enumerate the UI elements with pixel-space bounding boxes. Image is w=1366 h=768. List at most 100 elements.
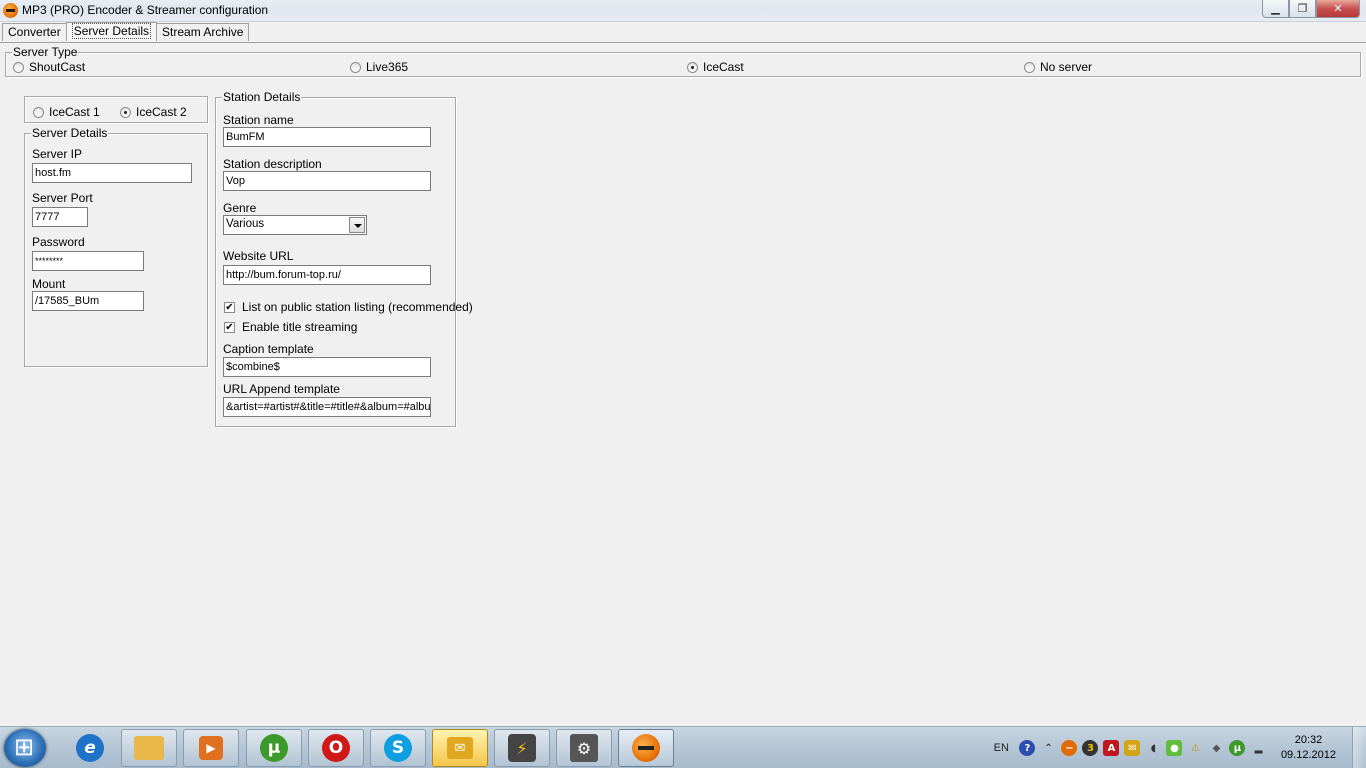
radio-icecast-1[interactable]: IceCast 1 <box>33 105 100 119</box>
mail-icon[interactable]: ✉ <box>1124 740 1141 756</box>
skype-icon: S <box>384 734 412 762</box>
taskbar: e ▶ µ O S ✉ ⚡ ⚙ EN ? ⌃ − 3 A ✉ ◖ ● ⚠ ◆ µ… <box>0 726 1366 768</box>
radio-icecast[interactable]: IceCast <box>687 60 744 74</box>
server-type-group: Server Type <box>5 45 1361 77</box>
folder-icon <box>134 736 164 760</box>
mail-agent-icon: ✉ <box>447 737 473 759</box>
radio-label: IceCast 1 <box>49 105 100 119</box>
title-bar: MP3 (PRO) Encoder & Streamer configurati… <box>0 0 1366 22</box>
station-details-legend: Station Details <box>222 90 302 104</box>
radio-label: IceCast <box>703 60 744 74</box>
tab-label: Server Details <box>71 23 152 39</box>
opera-icon: O <box>322 734 350 762</box>
genre-select[interactable]: Various <box>223 215 367 235</box>
radio-circle <box>33 106 44 118</box>
utorrent-tray-icon[interactable]: µ <box>1229 740 1246 756</box>
help-icon[interactable]: ? <box>1019 740 1036 756</box>
caption-template-label: Caption template <box>223 342 314 356</box>
tab-server-details[interactable]: Server Details <box>65 22 158 41</box>
tab-converter[interactable]: Converter <box>2 23 67 41</box>
tab-divider <box>0 42 1366 43</box>
taskbar-explorer[interactable] <box>121 729 177 767</box>
maximize-button[interactable]: ❐ <box>1289 0 1316 18</box>
station-name-label: Station name <box>223 113 294 127</box>
server-ip-input[interactable]: host.fm <box>32 163 192 183</box>
chat-icon[interactable]: ● <box>1166 740 1183 756</box>
checkmark-icon: ✔ <box>224 301 235 313</box>
warning-icon[interactable]: ⚠ <box>1187 740 1203 756</box>
app-icon <box>3 3 18 18</box>
language-indicator[interactable]: EN <box>994 742 1009 754</box>
tab-label: Converter <box>8 25 61 39</box>
url-append-template-input[interactable]: &artist=#artist#&title=#title#&album=#al… <box>223 397 431 417</box>
radio-circle <box>350 61 361 73</box>
radio-shoutcast[interactable]: ShoutCast <box>13 60 85 74</box>
radio-circle <box>1024 61 1035 73</box>
taskbar-ie[interactable]: e <box>62 729 118 767</box>
radio-circle <box>120 106 131 118</box>
show-desktop-button[interactable] <box>1352 727 1366 768</box>
server-details-legend: Server Details <box>31 126 109 140</box>
checkmark-icon: ✔ <box>224 321 235 333</box>
radio-label: ShoutCast <box>29 60 86 74</box>
taskbar-settings-app[interactable]: ⚙ <box>556 729 612 767</box>
radio-circle <box>13 61 24 73</box>
diamond-icon[interactable]: ◆ <box>1208 740 1224 756</box>
adobe-icon[interactable]: A <box>1103 740 1120 756</box>
radio-label: IceCast 2 <box>136 105 187 119</box>
website-url-input[interactable]: http://bum.forum-top.ru/ <box>223 265 431 285</box>
mp3-encoder-icon <box>632 734 660 762</box>
server-type-legend: Server Type <box>12 45 79 59</box>
genre-value: Various <box>226 218 265 230</box>
title-streaming-checkbox[interactable]: ✔ Enable title streaming <box>224 320 357 334</box>
station-name-input[interactable]: BumFM <box>223 127 431 147</box>
media-player-icon: ▶ <box>199 736 223 760</box>
radio-icecast-2[interactable]: IceCast 2 <box>120 105 187 119</box>
clock[interactable]: 20:32 09.12.2012 <box>1281 733 1336 763</box>
radio-circle <box>687 61 698 73</box>
taskbar-opera[interactable]: O <box>308 729 364 767</box>
password-label: Password <box>32 235 85 249</box>
server-ip-label: Server IP <box>32 147 83 161</box>
caption-template-input[interactable]: $combine$ <box>223 357 431 377</box>
taskbar-utorrent[interactable]: µ <box>246 729 302 767</box>
gear-icon: ⚙ <box>570 734 598 762</box>
minimize-button[interactable]: ▁ <box>1262 0 1289 18</box>
genre-label: Genre <box>223 201 257 215</box>
radio-label: No server <box>1040 60 1093 74</box>
taskbar-skype[interactable]: S <box>370 729 426 767</box>
start-button[interactable] <box>4 729 46 767</box>
password-input[interactable]: ******** <box>32 251 144 271</box>
utorrent-icon: µ <box>260 734 288 762</box>
volume-icon[interactable]: ◖ <box>1145 740 1161 756</box>
close-button[interactable]: ✕ <box>1316 0 1360 18</box>
tab-label: Stream Archive <box>162 25 244 39</box>
tab-stream-archive[interactable]: Stream Archive <box>156 23 250 41</box>
server-port-input[interactable]: 7777 <box>32 207 88 227</box>
station-description-label: Station description <box>223 157 322 171</box>
number-badge-icon[interactable]: 3 <box>1082 740 1099 756</box>
taskbar-media-player[interactable]: ▶ <box>183 729 239 767</box>
radio-live365[interactable]: Live365 <box>350 60 408 74</box>
website-url-label: Website URL <box>223 249 294 263</box>
mount-input[interactable]: /17585_BUm <box>32 291 144 311</box>
taskbar-mp3-encoder[interactable] <box>618 729 674 767</box>
radio-label: Live365 <box>366 60 409 74</box>
window-title: MP3 (PRO) Encoder & Streamer configurati… <box>22 3 269 17</box>
taskbar-mail-agent[interactable]: ✉ <box>432 729 488 767</box>
chevron-up-icon[interactable]: ⌃ <box>1040 740 1056 756</box>
station-description-input[interactable]: Vop <box>223 171 431 191</box>
radio-no-server[interactable]: No server <box>1024 60 1092 74</box>
mount-label: Mount <box>32 277 66 291</box>
winamp-icon: ⚡ <box>508 734 536 762</box>
checkbox-label: Enable title streaming <box>242 320 358 334</box>
chevron-down-icon[interactable] <box>349 217 365 233</box>
internet-explorer-icon: e <box>76 734 104 762</box>
public-listing-checkbox[interactable]: ✔ List on public station listing (recomme… <box>224 300 473 314</box>
encoder-tray-icon[interactable]: − <box>1061 740 1078 756</box>
clock-time: 20:32 <box>1294 734 1323 746</box>
network-icon[interactable]: ▂ <box>1250 740 1266 756</box>
clock-date: 09.12.2012 <box>1280 749 1336 761</box>
taskbar-winamp[interactable]: ⚡ <box>494 729 550 767</box>
system-tray: EN ? ⌃ − 3 A ✉ ◖ ● ⚠ ◆ µ ▂ 20:32 09.12.2… <box>994 727 1336 768</box>
